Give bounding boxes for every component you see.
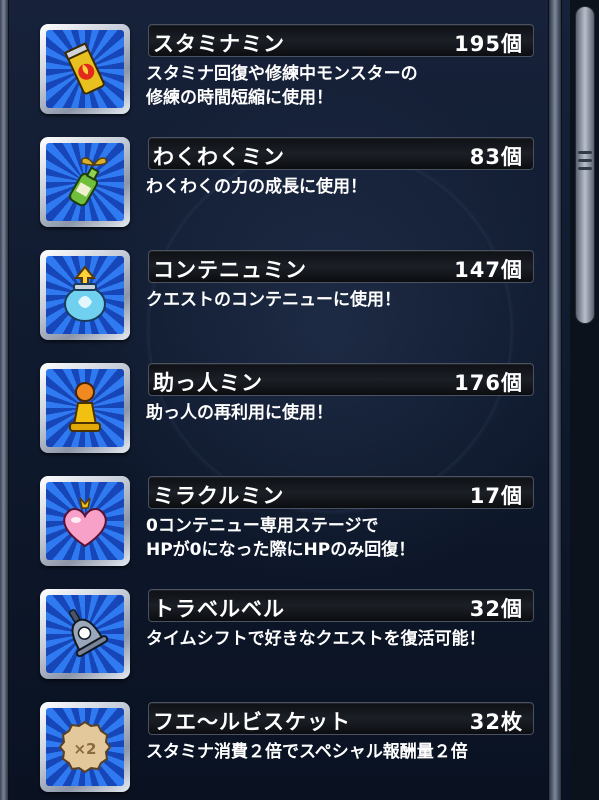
item-name-bar: スタミナミン 195個 (148, 24, 534, 57)
item-name: わくわくミン (153, 145, 285, 169)
item-quantity: 83個 (469, 145, 523, 169)
item-description-line: タイムシフトで好きなクエストを復活可能！ (146, 629, 486, 649)
item-description-line: 修練の時間短縮に使用！ (146, 88, 333, 108)
item-name: スタミナミン (153, 32, 285, 56)
item-row[interactable]: トラベルベル 32個 タイムシフトで好きなクエストを復活可能！ (36, 589, 536, 685)
item-icon-frame[interactable]: ×2 (40, 702, 130, 792)
item-description-line: 0コンテニュー専用ステージで (146, 516, 379, 536)
item-quantity: 17個 (469, 484, 523, 508)
item-description-line: スタミナ回復や修練中モンスターの (146, 64, 418, 84)
item-row[interactable]: 助っ人ミン 176個 助っ人の再利用に使用！ (36, 363, 536, 459)
item-name-bar: 助っ人ミン 176個 (148, 363, 534, 396)
item-description-line: HPが0になった際にHPのみ回復！ (146, 540, 416, 560)
item-description-line: 助っ人の再利用に使用！ (146, 403, 333, 423)
item-name-bar: ミラクルミン 17個 (148, 476, 534, 509)
left-frame-border (0, 0, 9, 800)
item-name: コンテニュミン (153, 258, 307, 282)
item-quantity: 176個 (454, 371, 523, 395)
item-name-bar: トラベルベル 32個 (148, 589, 534, 622)
item-name-bar: わくわくミン 83個 (148, 137, 534, 170)
biscuit-icon: ×2 (58, 720, 112, 774)
item-icon-frame[interactable] (40, 363, 130, 453)
helper-pawn-icon (69, 382, 101, 432)
item-name-bar: フエ〜ルビスケット 32枚 (148, 702, 534, 735)
item-quantity: 32枚 (469, 710, 523, 734)
item-icon-frame[interactable] (40, 250, 130, 340)
continue-jar-icon (64, 265, 106, 322)
sprout-bottle-icon (69, 157, 108, 207)
item-row[interactable]: スタミナミン 195個 スタミナ回復や修練中モンスターの 修練の時間短縮に使用！ (36, 24, 536, 120)
item-quantity: 195個 (454, 32, 523, 56)
item-name-bar: コンテニュミン 147個 (148, 250, 534, 283)
item-name: トラベルベル (153, 597, 285, 621)
item-description: 助っ人の再利用に使用！ (146, 401, 546, 425)
scrollbar-grip-line (578, 159, 592, 162)
item-description-line: スタミナ消費２倍でスペシャル報酬量２倍 (146, 742, 468, 762)
svg-text:×2: ×2 (73, 740, 96, 758)
item-icon-frame[interactable] (40, 476, 130, 566)
right-frame-border (548, 0, 562, 800)
item-icon-frame[interactable] (40, 589, 130, 679)
stamina-can-icon (63, 42, 105, 95)
item-icon-frame[interactable] (40, 24, 130, 114)
item-icon-frame[interactable] (40, 137, 130, 227)
item-description: スタミナ消費２倍でスペシャル報酬量２倍 (146, 740, 546, 764)
bell-icon (68, 609, 109, 658)
item-row[interactable]: コンテニュミン 147個 クエストのコンテニューに使用！ (36, 250, 536, 346)
item-name: フエ〜ルビスケット (153, 710, 351, 734)
item-description: わくわくの力の成長に使用！ (146, 175, 546, 199)
item-description: スタミナ回復や修練中モンスターの 修練の時間短縮に使用！ (146, 62, 546, 110)
item-quantity: 147個 (454, 258, 523, 282)
item-name: ミラクルミン (153, 484, 285, 508)
item-description: クエストのコンテニューに使用！ (146, 288, 546, 312)
item-row[interactable]: わくわくミン 83個 わくわくの力の成長に使用！ (36, 137, 536, 233)
scrollbar-grip-line (578, 151, 592, 154)
item-description: 0コンテニュー専用ステージで HPが0になった際にHPのみ回復！ (146, 514, 546, 562)
heart-potion-icon (63, 497, 107, 548)
item-row[interactable]: ミラクルミン 17個 0コンテニュー専用ステージで HPが0になった際にHPのみ… (36, 476, 536, 572)
item-row[interactable]: ×2 フエ〜ルビスケット 32枚 スタミナ消費２倍でスペシャル報酬量２倍 (36, 702, 536, 798)
item-description: タイムシフトで好きなクエストを復活可能！ (146, 627, 546, 651)
item-quantity: 32個 (469, 597, 523, 621)
item-description-line: わくわくの力の成長に使用！ (146, 177, 367, 197)
scrollbar-grip-line (578, 167, 592, 170)
scrollbar-thumb[interactable] (575, 6, 595, 324)
item-description-line: クエストのコンテニューに使用！ (146, 290, 401, 310)
item-name: 助っ人ミン (153, 371, 263, 395)
